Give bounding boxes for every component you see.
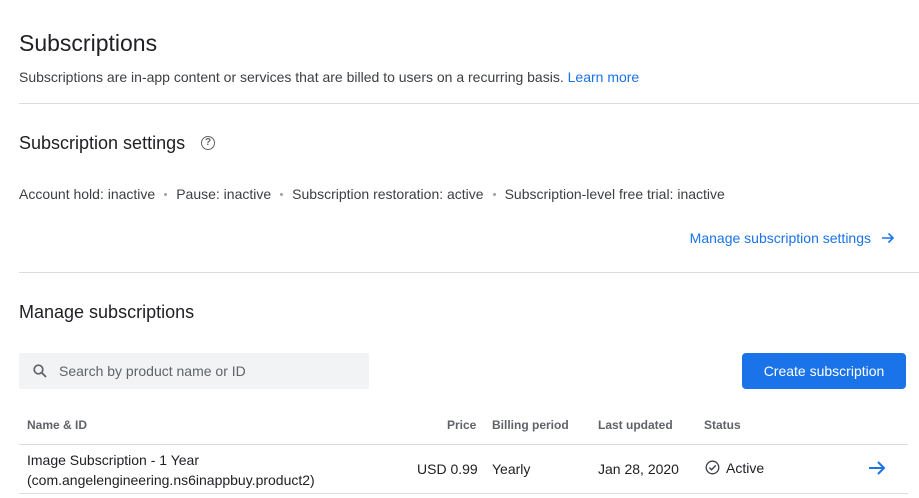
last-updated: Jan 28, 2020 <box>598 461 679 477</box>
settings-status-line: Account hold: inactive Pause: inactive S… <box>19 186 725 202</box>
manage-subscription-settings-link[interactable]: Manage subscription settings <box>690 230 895 246</box>
column-header-price[interactable]: Price <box>447 418 476 432</box>
table-header-divider <box>19 444 908 445</box>
header-divider <box>19 103 919 104</box>
manage-section-title: Manage subscriptions <box>19 302 195 322</box>
product-price: USD 0.99 <box>417 461 478 477</box>
product-id: (com.angelengineering.ns6inappbuy.produc… <box>27 472 315 488</box>
restoration-status: Subscription restoration: active <box>292 186 484 202</box>
status-text: Active <box>726 460 765 476</box>
separator-dot <box>164 192 168 196</box>
free-trial-status: Subscription-level free trial: inactive <box>504 186 725 202</box>
page-title: Subscriptions <box>19 30 158 56</box>
separator-dot <box>280 192 284 196</box>
column-header-name[interactable]: Name & ID <box>27 418 87 432</box>
search-icon <box>33 364 47 378</box>
arrow-right-icon[interactable] <box>868 460 886 476</box>
search-input[interactable] <box>57 362 351 380</box>
settings-section-title: Subscription settings <box>19 133 186 153</box>
learn-more-link[interactable]: Learn more <box>568 69 640 85</box>
column-header-updated[interactable]: Last updated <box>598 418 673 432</box>
page-description: Subscriptions are in-app content or serv… <box>19 69 639 85</box>
settings-divider <box>19 272 919 273</box>
pause-status: Pause: inactive <box>176 186 272 202</box>
help-circle-icon[interactable]: ? <box>201 136 215 150</box>
arrow-right-icon <box>882 232 895 244</box>
separator-dot <box>492 192 496 196</box>
account-hold-status: Account hold: inactive <box>19 186 156 202</box>
product-name: Image Subscription - 1 Year <box>27 452 199 468</box>
create-subscription-button[interactable]: Create subscription <box>742 353 906 389</box>
billing-period: Yearly <box>492 461 531 477</box>
manage-link-label: Manage subscription settings <box>689 230 871 246</box>
column-header-billing[interactable]: Billing period <box>492 418 569 432</box>
check-circle-icon <box>705 460 720 475</box>
page-description-text: Subscriptions are in-app content or serv… <box>19 69 564 85</box>
column-header-status[interactable]: Status <box>704 418 741 432</box>
search-box[interactable] <box>19 353 369 389</box>
table-row-divider <box>19 493 908 494</box>
